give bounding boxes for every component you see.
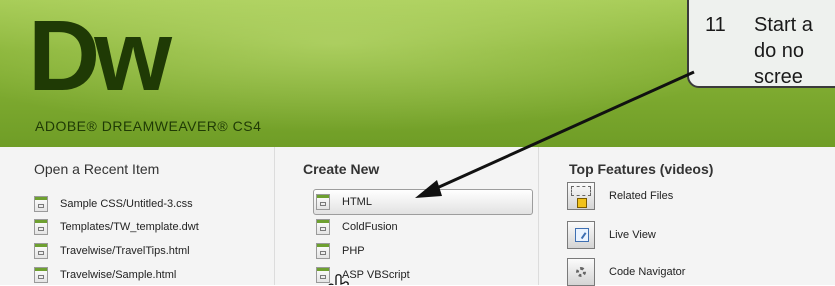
hand-cursor-icon: [328, 274, 349, 285]
callout-arrow: [328, 70, 695, 285]
